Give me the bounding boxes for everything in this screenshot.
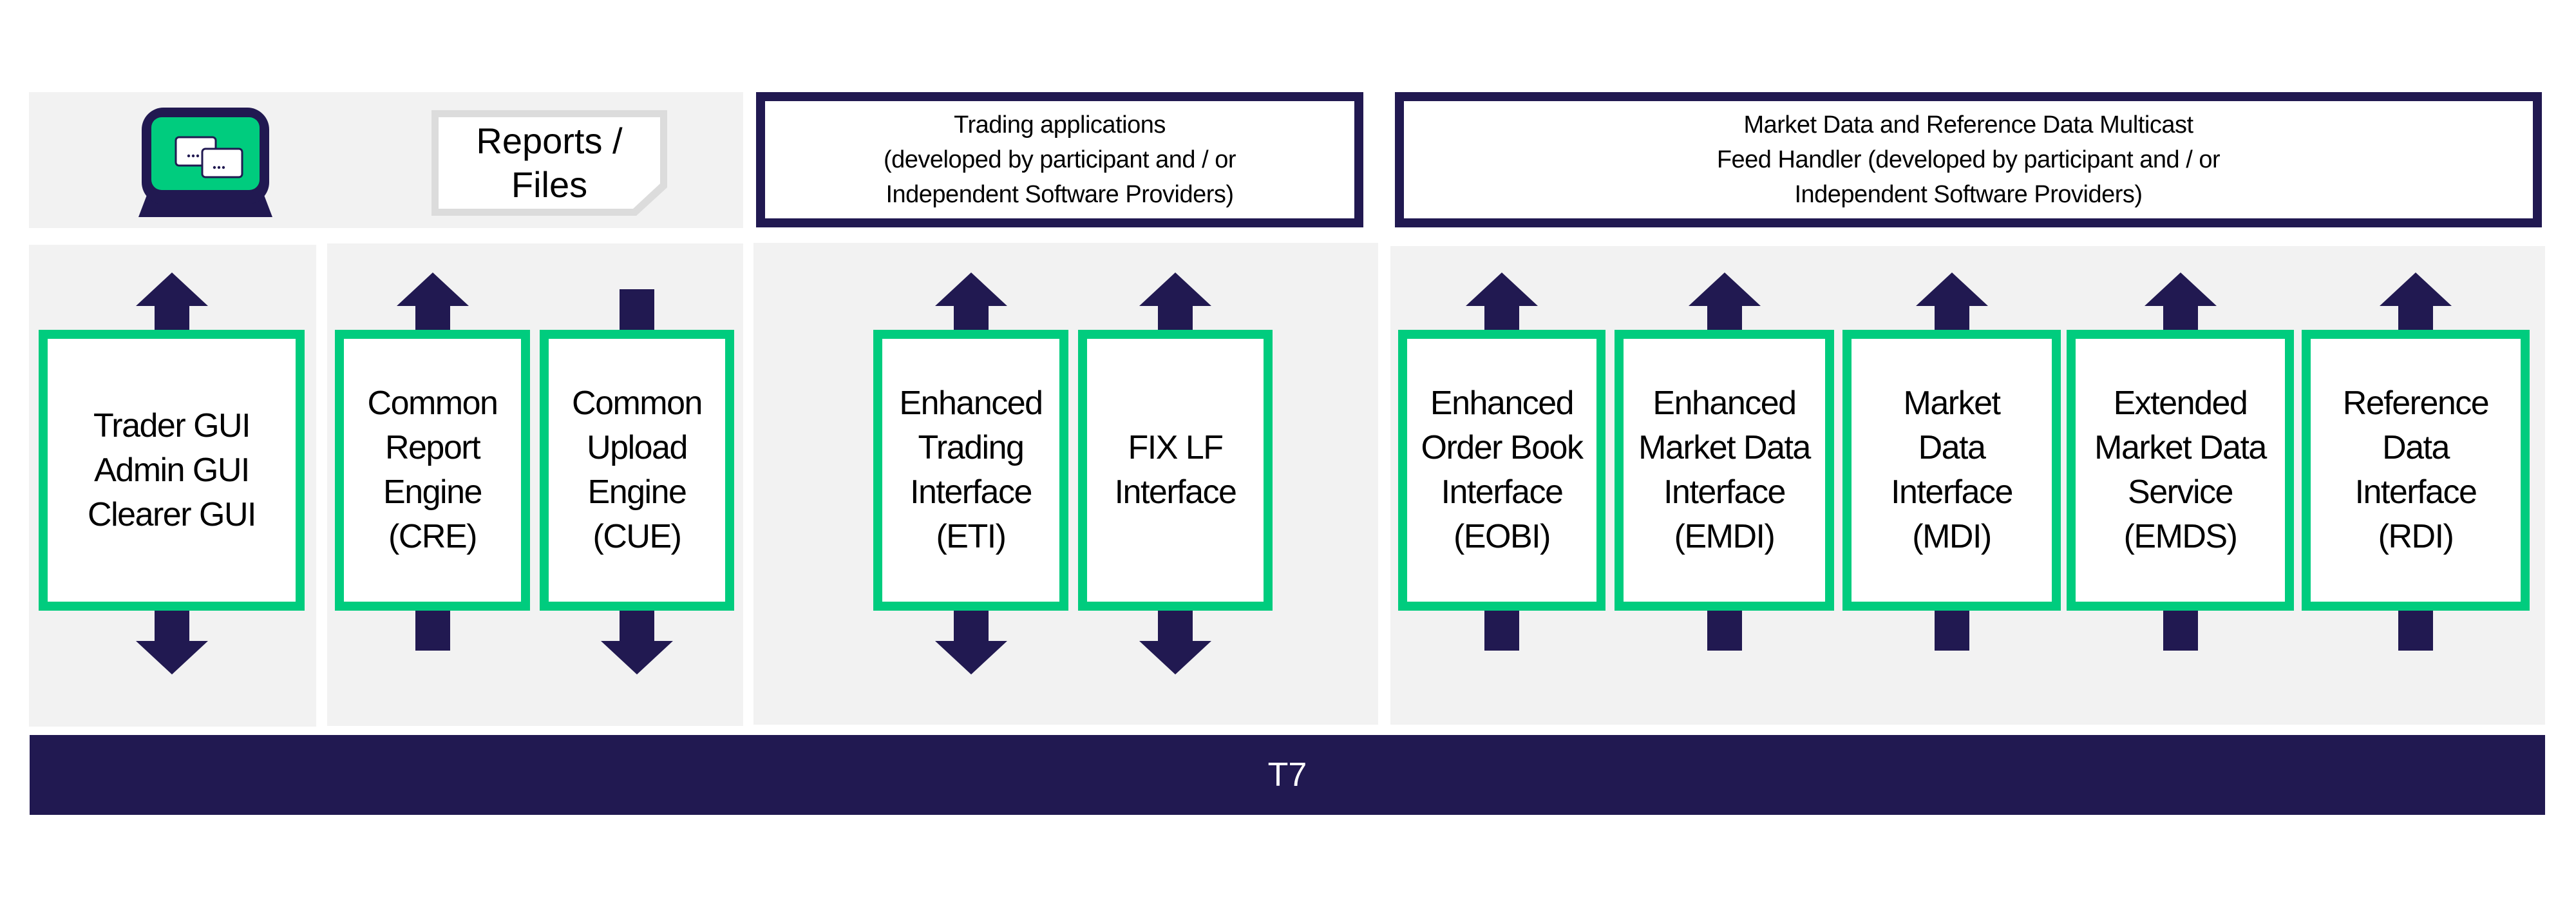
- connector-bottom: [1935, 611, 1969, 651]
- trading-apps-line-3: Independent Software Providers): [886, 181, 1234, 208]
- component-box-eti: Enhanced Trading Interface (ETI): [873, 330, 1068, 611]
- arrow-up-icon: [1689, 272, 1761, 330]
- component-box-fix: FIX LF Interface: [1078, 330, 1273, 611]
- component-label-mdi: Market Data Interface (MDI): [1891, 385, 2013, 555]
- component-box-rdi: Reference Data Interface (RDI): [2302, 330, 2530, 611]
- trading-apps-line-2: (developed by participant and / or: [883, 146, 1236, 173]
- market-data-line-1: Market Data and Reference Data Multicast: [1743, 111, 2193, 138]
- component-label-cue: Common Upload Engine (CUE): [572, 385, 703, 555]
- component-label-rdi: Reference Data Interface (RDI): [2342, 385, 2490, 555]
- arrow-up-icon: [1466, 272, 1538, 330]
- arrow-down-icon: [1139, 611, 1211, 674]
- component-box-eobi: Enhanced Order Book Interface (EOBI): [1398, 330, 1605, 611]
- connector-top: [620, 289, 654, 330]
- component-box-cue: Common Upload Engine (CUE): [540, 330, 734, 611]
- component-label-fix: FIX LF Interface: [1114, 429, 1237, 511]
- reports-files-label: Reports / Files: [476, 120, 623, 205]
- arrow-up-icon: [397, 272, 469, 330]
- connector-bottom: [2163, 611, 2198, 651]
- component-label-eti: Enhanced Trading Interface (ETI): [899, 385, 1043, 555]
- arrow-up-icon: [2380, 272, 2452, 330]
- component-label-emds: Extended Market Data Service (EMDS): [2094, 385, 2267, 555]
- connector-bottom: [415, 611, 450, 651]
- arrow-up-icon: [935, 272, 1007, 330]
- trading-applications-box: Trading applications (developed by parti…: [756, 92, 1363, 227]
- arrow-up-icon: [136, 272, 208, 330]
- reports-files-box: Reports / Files: [431, 110, 667, 216]
- t7-platform-bar: T7: [30, 735, 2545, 815]
- market-data-feed-handler-box: Market Data and Reference Data Multicast…: [1395, 92, 2542, 227]
- arrow-down-icon: [935, 611, 1007, 674]
- arrow-up-icon: [1916, 272, 1988, 330]
- component-box-emdi: Enhanced Market Data Interface (EMDI): [1615, 330, 1834, 611]
- component-label-cre: Common Report Engine (CRE): [367, 385, 498, 555]
- arrow-down-icon: [136, 611, 208, 674]
- component-label-eobi: Enhanced Order Book Interface (EOBI): [1421, 385, 1584, 555]
- connector-bottom: [1707, 611, 1742, 651]
- t7-label: T7: [1267, 756, 1307, 794]
- arrow-up-icon: [1139, 272, 1211, 330]
- component-label-gui: Trader GUI Admin GUI Clearer GUI: [88, 406, 256, 533]
- component-box-mdi: Market Data Interface (MDI): [1842, 330, 2061, 611]
- component-label-emdi: Enhanced Market Data Interface (EMDI): [1638, 385, 1811, 555]
- market-data-line-3: Independent Software Providers): [1794, 181, 2143, 208]
- trading-apps-line-1: Trading applications: [954, 111, 1166, 138]
- arrow-up-icon: [2145, 272, 2217, 330]
- market-data-line-2: Feed Handler (developed by participant a…: [1716, 146, 2221, 173]
- component-box-gui: Trader GUI Admin GUI Clearer GUI: [39, 330, 305, 611]
- component-box-cre: Common Report Engine (CRE): [335, 330, 530, 611]
- connector-bottom: [1484, 611, 1519, 651]
- workstation-monitor-icon: [137, 106, 274, 218]
- connector-bottom: [2398, 611, 2433, 651]
- component-box-emds: Extended Market Data Service (EMDS): [2067, 330, 2294, 611]
- arrow-down-icon: [601, 611, 673, 674]
